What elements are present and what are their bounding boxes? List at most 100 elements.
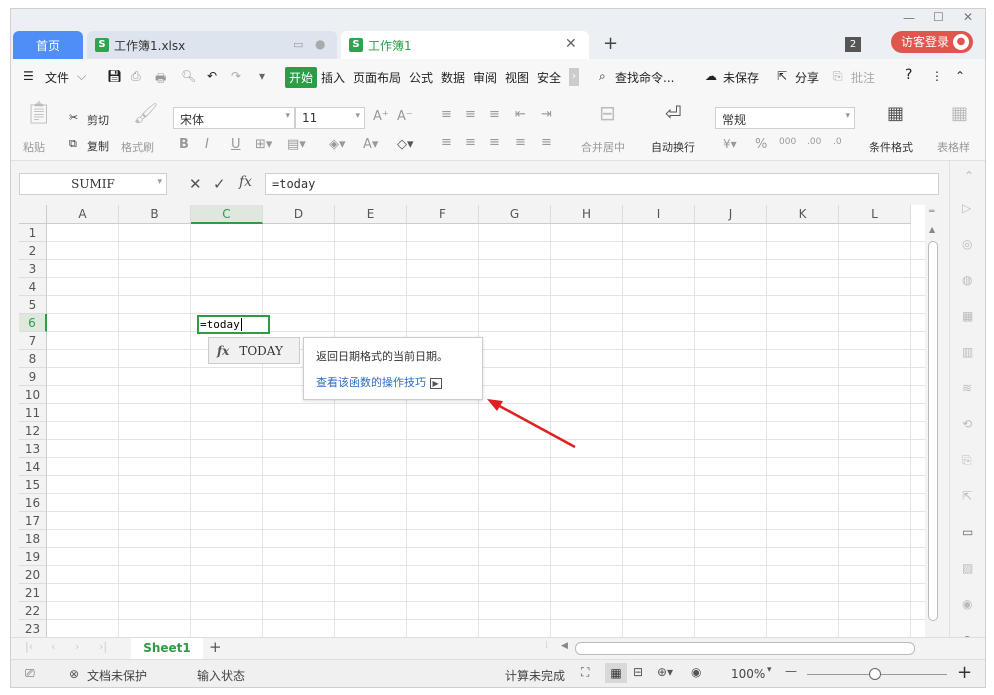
select-icon[interactable]: ▷ <box>962 201 971 215</box>
command-search[interactable]: 查找命令... <box>615 69 674 86</box>
name-box[interactable]: SUMIF ▾ <box>19 173 167 195</box>
conditional-format-button[interactable]: 条件格式 <box>869 139 913 155</box>
tab-home[interactable]: 首页 <box>13 31 83 59</box>
fill-style-icon[interactable]: ▤▾ <box>287 137 306 152</box>
cut-button[interactable]: 剪切 <box>87 112 109 128</box>
new-tab-icon[interactable]: + <box>603 33 618 54</box>
align-right-icon[interactable]: ≡ <box>489 135 500 150</box>
font-color-icon[interactable]: A▾ <box>363 137 378 152</box>
protection-status[interactable]: 文档未保护 <box>87 667 147 684</box>
hamburger-icon[interactable]: ☰ <box>23 69 34 83</box>
monitor-icon[interactable]: ▭ <box>293 38 303 51</box>
bold-icon[interactable]: B <box>179 137 189 152</box>
close-tab-icon[interactable]: ✕ <box>565 36 577 52</box>
style-icon[interactable]: ◍ <box>962 273 972 287</box>
paste-label[interactable]: 粘贴 <box>23 139 45 155</box>
clear-icon[interactable]: ◇▾ <box>397 137 414 152</box>
tab-splitter-icon[interactable]: ⁞ <box>545 640 548 651</box>
font-size-select[interactable]: 11 ▾ <box>295 107 365 129</box>
more-options-icon[interactable]: ⋮ <box>931 69 943 83</box>
sheet-tab-sheet1[interactable]: Sheet1 <box>131 638 203 659</box>
distribute-icon[interactable]: ≡ <box>541 135 552 150</box>
shape-icon[interactable]: ◎ <box>962 237 972 251</box>
expand-panel-icon[interactable]: ⌃ <box>964 169 974 183</box>
split-icon[interactable]: ═ <box>929 207 934 217</box>
chart-icon[interactable]: ▥ <box>962 345 973 359</box>
menu-view[interactable]: 视图 <box>505 69 529 86</box>
zoom-in-icon[interactable]: + <box>957 662 972 683</box>
macro-icon[interactable]: ⎚ <box>25 666 35 681</box>
tab-file[interactable]: S 工作簿1.xlsx ▭ ● <box>87 31 337 59</box>
border-icon[interactable]: ⊞▾ <box>255 137 272 152</box>
fx-icon[interactable]: fx <box>239 174 252 190</box>
menu-start[interactable]: 开始 <box>285 67 318 88</box>
image-icon[interactable]: ▨ <box>962 561 973 575</box>
number-format-select[interactable]: 常规 ▾ <box>715 107 855 129</box>
zoom-dropdown-icon[interactable]: ▾ <box>767 665 772 675</box>
vertical-scrollbar[interactable]: ═ ▲ <box>925 205 941 637</box>
unsaved-status[interactable]: 未保存 <box>723 69 759 86</box>
underline-icon[interactable]: U <box>231 137 241 152</box>
align-bottom-icon[interactable]: ≡ <box>489 107 500 122</box>
increase-decimal-icon[interactable]: .00 <box>807 137 821 147</box>
prev-sheet-icon[interactable]: ‹ <box>51 640 55 653</box>
next-sheet-icon[interactable]: › <box>75 640 79 653</box>
align-middle-icon[interactable]: ≡ <box>465 107 476 122</box>
grid-icon[interactable]: ▦ <box>962 309 973 323</box>
quick-access-dropdown-icon[interactable]: ▾ <box>259 69 265 83</box>
font-select[interactable]: 宋体 ▾ <box>173 107 295 129</box>
align-center-icon[interactable]: ≡ <box>465 135 476 150</box>
zoom-slider-handle[interactable] <box>869 668 881 680</box>
conditional-format-icon[interactable]: ▦ <box>887 103 904 124</box>
indent-increase-icon[interactable]: ⇥ <box>541 107 552 122</box>
login-button[interactable]: 访客登录 ● <box>891 31 973 53</box>
menu-file[interactable]: 文件 <box>45 69 69 86</box>
first-sheet-icon[interactable]: |‹ <box>25 640 33 653</box>
format-painter-icon[interactable]: 🖌︎ <box>133 101 158 125</box>
menu-more-icon[interactable]: › <box>569 68 579 86</box>
archive-icon[interactable]: ▭ <box>962 525 973 539</box>
menu-data[interactable]: 数据 <box>441 69 465 86</box>
page-break-view-icon[interactable]: ⊟ <box>633 665 643 679</box>
zoom-level[interactable]: 100% <box>731 667 765 681</box>
table-style-icon[interactable]: ▦ <box>951 103 968 124</box>
menu-review[interactable]: 审阅 <box>473 69 497 86</box>
collapse-ribbon-icon[interactable]: ⌃ <box>955 69 965 83</box>
tab-active[interactable]: S 工作簿1 ✕ <box>341 31 589 59</box>
export-icon[interactable]: ⎙ <box>131 69 141 84</box>
currency-icon[interactable]: ¥▾ <box>723 137 737 151</box>
preview-icon[interactable]: 🔍︎ <box>181 69 196 83</box>
add-sheet-icon[interactable]: + <box>209 638 222 656</box>
menu-page-layout[interactable]: 页面布局 <box>353 69 401 86</box>
thousands-icon[interactable]: 000 <box>779 137 796 147</box>
format-painter-label[interactable]: 格式刷 <box>121 139 154 155</box>
comment-button[interactable]: 批注 <box>851 69 875 86</box>
menu-insert[interactable]: 插入 <box>321 69 345 86</box>
save-icon[interactable]: 💾︎ <box>107 69 122 83</box>
layout-view-icon[interactable]: ⊕▾ <box>657 665 673 679</box>
undo-icon[interactable]: ↶ <box>207 69 217 83</box>
paste-icon[interactable]: 📋︎ <box>25 101 53 126</box>
backup-icon[interactable]: ⟲ <box>962 417 972 431</box>
merge-icon[interactable]: ⊟ <box>599 101 616 125</box>
scroll-left-icon[interactable]: ◀ <box>561 641 568 651</box>
fill-color-icon[interactable]: ◈▾ <box>329 137 346 152</box>
indent-decrease-icon[interactable]: ⇤ <box>515 107 526 122</box>
wrap-text-icon[interactable]: ⏎ <box>665 101 682 125</box>
print-icon[interactable]: 🖶︎ <box>155 69 166 90</box>
normal-view-icon[interactable]: ▦ <box>605 663 627 683</box>
horizontal-scroll-thumb[interactable] <box>575 642 915 655</box>
justify-icon[interactable]: ≡ <box>515 135 526 150</box>
fullscreen-icon[interactable]: ⛶ <box>581 665 589 680</box>
share-button[interactable]: 分享 <box>795 69 819 86</box>
percent-icon[interactable]: % <box>755 137 767 152</box>
eye-protection-icon[interactable]: ◉ <box>691 665 701 679</box>
decrease-decimal-icon[interactable]: .0 <box>833 137 842 147</box>
zoom-out-icon[interactable]: — <box>785 664 797 678</box>
table-style-button[interactable]: 表格样 <box>937 139 970 155</box>
increase-font-icon[interactable]: A⁺ <box>373 109 389 124</box>
window-count-badge[interactable]: 2 <box>845 37 861 52</box>
copy-button[interactable]: 复制 <box>87 138 109 154</box>
document-icon[interactable]: ⎘ <box>962 453 972 468</box>
formula-input[interactable]: =today <box>265 173 939 195</box>
